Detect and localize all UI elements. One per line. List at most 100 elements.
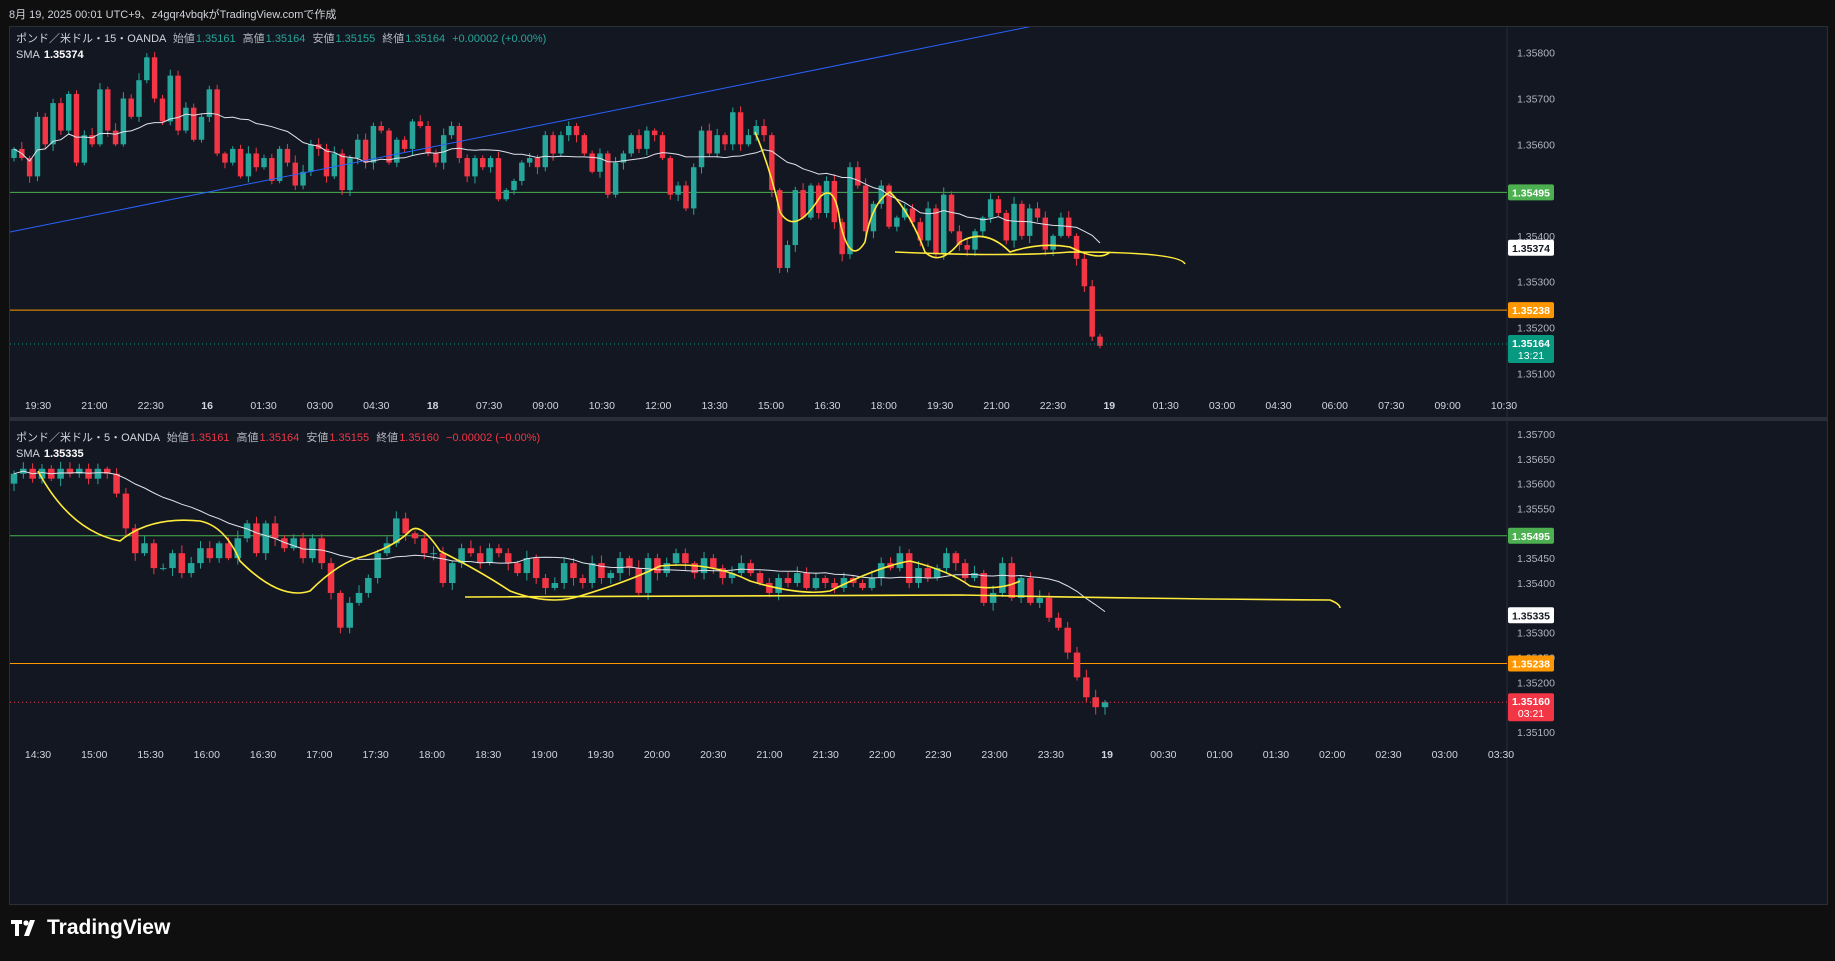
candle-body (1011, 203, 1017, 241)
candle-body (262, 523, 270, 554)
candle-body (394, 139, 400, 163)
tradingview-brand[interactable]: TradingView (11, 916, 170, 940)
candle-body (243, 523, 251, 539)
y-tick-label: 1.35400 (1517, 578, 1555, 590)
candle-body (579, 578, 587, 583)
x-tick-label: 21:00 (81, 400, 107, 412)
x-tick-label: 18 (427, 400, 439, 412)
chart-pane-5m[interactable]: 1.35700 1.35650 1.35600 1.35550 1.35450 1.354… (10, 421, 1827, 904)
x-tick-label: 01:00 (1207, 749, 1233, 761)
candle-body (206, 548, 214, 559)
x-tick-label: 22:30 (1040, 400, 1066, 412)
candle-body (635, 568, 643, 593)
candle-body (81, 135, 88, 163)
x-tick-label: 19 (1101, 749, 1113, 761)
legend-low: 1.35155 (335, 33, 376, 45)
candle-body (57, 468, 64, 479)
y-tick-label: 1.35200 (1517, 322, 1555, 334)
candle-body (756, 573, 764, 583)
y-tick-label: 1.35450 (1517, 553, 1555, 565)
candle-body (425, 126, 431, 154)
candle-body (683, 185, 689, 209)
candle-body (667, 158, 674, 195)
legend-change: −0.00002 (−0.00%) (446, 432, 541, 444)
chart-pane-15m[interactable]: 1.35800 1.35700 1.35600 1.35400 1.35300 1.352… (10, 27, 1827, 417)
y-tick-label: 1.35600 (1517, 479, 1555, 491)
candle-body (1019, 203, 1025, 236)
yellow-neckline-curve (464, 594, 1341, 609)
x-tick-label: 01:30 (250, 400, 276, 412)
candle-body (183, 107, 189, 131)
candle-body (573, 126, 580, 136)
candle-body (323, 148, 330, 177)
candle-body (136, 80, 142, 117)
candle-body (565, 126, 572, 136)
candle-body (1034, 208, 1041, 218)
candle-body (309, 538, 316, 559)
y-tick-label: 1.35700 (1517, 94, 1555, 106)
candle-body (440, 135, 447, 163)
x-tick-label: 04:30 (363, 400, 389, 412)
candle-body (128, 98, 134, 117)
candle-body (597, 153, 603, 172)
candle-body (1058, 217, 1064, 236)
candle-body (862, 185, 869, 232)
legend-low-label: 安値 (306, 432, 329, 444)
candle-body (987, 199, 994, 218)
resistance-price-tag: 1.35495 (1512, 531, 1550, 543)
candle-body (1027, 578, 1034, 603)
chart-frame: 1.35800 1.35700 1.35600 1.35400 1.35300 1.352… (9, 26, 1828, 905)
candle-body (551, 583, 559, 588)
x-tick-label: 20:30 (700, 749, 726, 761)
candle-body (532, 558, 540, 579)
candle-body (534, 158, 541, 168)
candle-body (433, 153, 439, 163)
candle-body (215, 543, 223, 559)
candle-body (961, 563, 969, 579)
x-tick-label: 21:30 (813, 749, 839, 761)
candle-body (560, 563, 568, 583)
sma-price-tag: 1.35335 (1512, 610, 1550, 622)
candle-body (1083, 677, 1090, 698)
candle-body (271, 523, 279, 539)
legend-high-label: 高値 (236, 432, 259, 444)
candle-body (1073, 235, 1080, 259)
chart-svg-5m[interactable]: 1.35700 1.35650 1.35600 1.35550 1.35450 1.354… (10, 421, 1827, 904)
candle-body (1045, 597, 1053, 618)
candle-body (905, 553, 913, 583)
y-tick-label: 1.35650 (1517, 454, 1555, 466)
candle-body (698, 130, 705, 168)
candle-body (417, 121, 424, 126)
candle-body (237, 148, 244, 177)
candle-body (411, 533, 419, 539)
candle-body (503, 190, 509, 200)
candle-body (197, 548, 204, 564)
x-tick-label: 16:30 (814, 400, 840, 412)
x-tick-label: 13:30 (701, 400, 727, 412)
candle-body (1081, 258, 1088, 287)
candle-body (42, 116, 48, 145)
candle-body (430, 553, 437, 555)
legend-open-label: 始値 (172, 33, 195, 45)
legend-high: 1.35164 (259, 432, 300, 444)
sma-line (13, 470, 1106, 613)
x-tick-label: 10:30 (589, 400, 615, 412)
x-tick-label: 22:30 (138, 400, 164, 412)
candle-body (722, 135, 728, 145)
candle-body (784, 578, 792, 583)
candle-body (803, 573, 810, 588)
y-tick-label: 1.35300 (1517, 277, 1555, 289)
x-tick-label: 14:30 (25, 749, 51, 761)
x-tick-label: 12:00 (645, 400, 671, 412)
candle-body (261, 158, 267, 168)
candle-body (644, 558, 652, 593)
support-price-tag: 1.35238 (1512, 305, 1550, 317)
candle-body (738, 563, 745, 574)
candle-body (230, 148, 236, 163)
chart-svg-15m[interactable]: 1.358001.357001.356001.354001.353001.352… (10, 27, 1827, 417)
candle-body (761, 126, 767, 136)
candle-body (588, 563, 596, 583)
candle-body (607, 573, 615, 579)
candle-body (386, 130, 392, 163)
candle-body (999, 563, 1006, 593)
